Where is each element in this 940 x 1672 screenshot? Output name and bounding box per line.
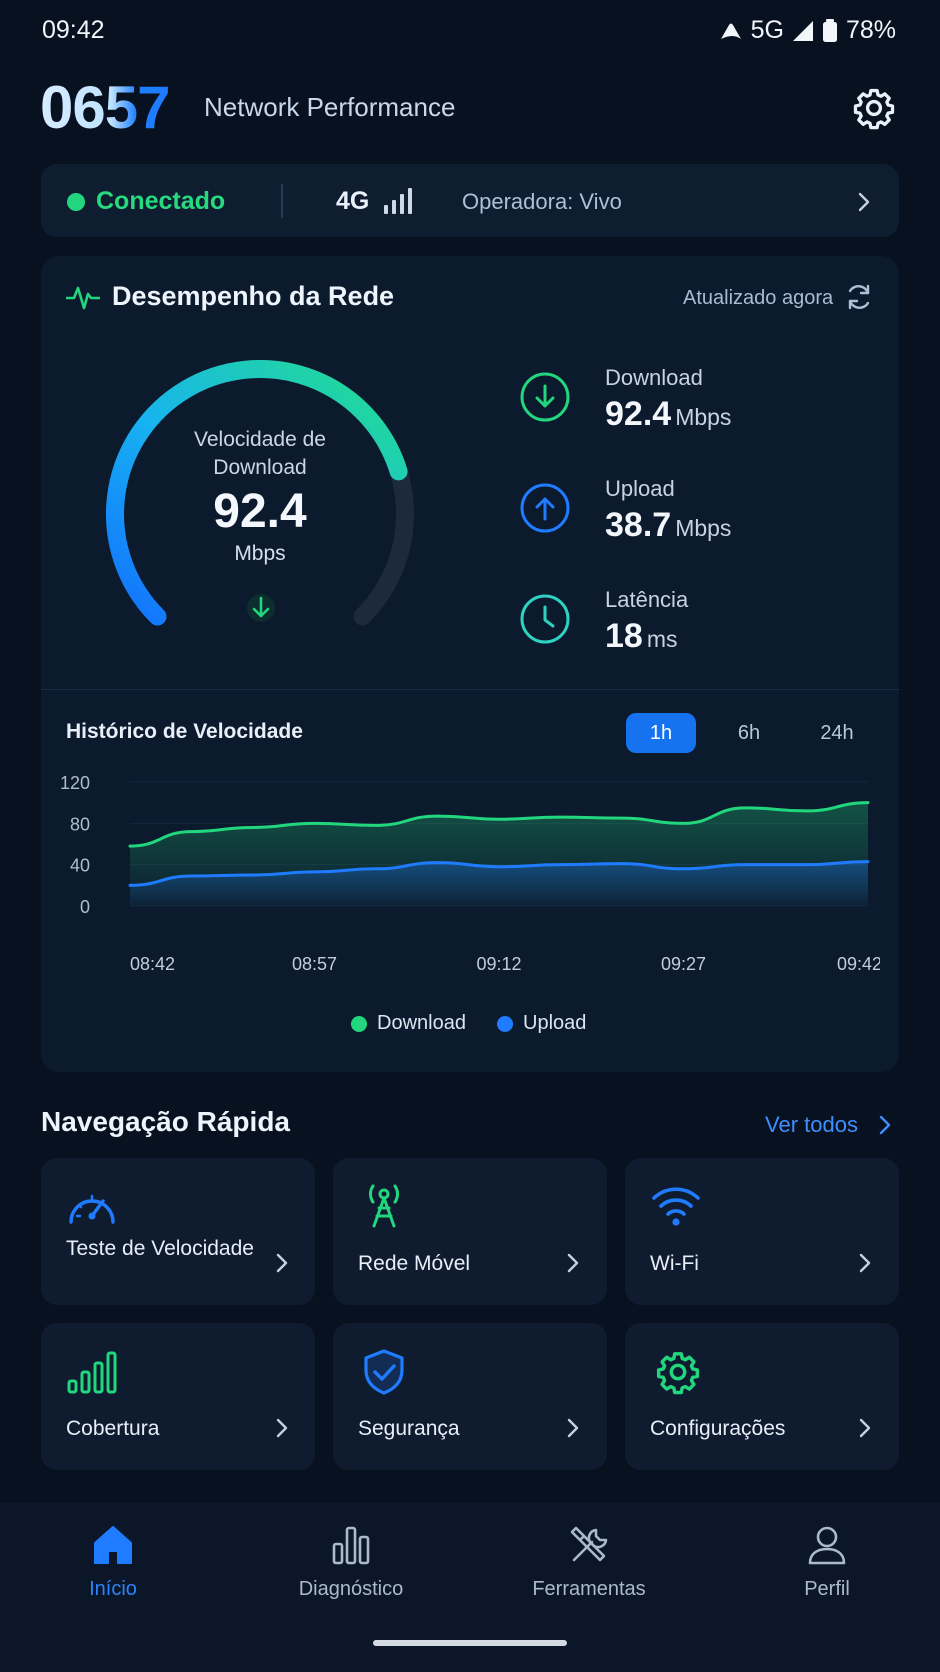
tile-mobile-network[interactable] — [333, 1158, 607, 1305]
signal-strength-icon — [384, 188, 412, 214]
metric-upload-label: Upload — [605, 476, 675, 501]
gauge-unit: Mbps — [234, 542, 286, 565]
metric-download-value: 92.4 Mbps — [605, 395, 732, 433]
shield-check-icon — [364, 1349, 404, 1395]
nav-profile-label: Perfil — [804, 1578, 850, 1600]
chevron-right-icon — [859, 1418, 871, 1438]
battery-icon — [822, 18, 837, 42]
tile-coverage-label: Cobertura — [66, 1417, 160, 1440]
updated-label: Atualizado agora — [683, 287, 834, 309]
tile-settings[interactable] — [625, 1323, 899, 1470]
y-tick-label: 40 — [70, 856, 90, 876]
signal-bars-icon — [67, 1351, 117, 1394]
chevron-right-icon — [276, 1253, 288, 1273]
y-tick-label: 120 — [60, 773, 90, 793]
home-icon — [94, 1526, 132, 1564]
tile-mobile-network-label: Rede Móvel — [358, 1252, 471, 1275]
divider — [281, 184, 283, 218]
bar-chart-icon — [332, 1526, 370, 1565]
tab-24h[interactable]: 24h — [802, 713, 872, 753]
operator-label: Operadora: Vivo — [462, 189, 622, 214]
tile-security-label: Segurança — [358, 1417, 460, 1440]
clock-icon — [520, 594, 570, 644]
download-circle-icon — [520, 372, 570, 422]
legend-download-swatch — [351, 1015, 367, 1032]
nav-profile[interactable]: Perfil — [747, 1522, 907, 1601]
nav-home[interactable]: Início — [33, 1522, 193, 1601]
settings-gear-icon[interactable] — [852, 86, 896, 130]
history-title: Histórico de Velocidade — [66, 720, 303, 743]
chevron-right-icon[interactable] — [878, 1114, 892, 1136]
user-icon — [808, 1526, 846, 1565]
legend-upload: Upload — [497, 1012, 586, 1035]
speed-history-chart: 0 40 80 120 08:42 08:57 09:12 09:27 09:42 — [60, 773, 880, 974]
home-indicator — [373, 1640, 567, 1646]
status-time: 09:42 — [42, 16, 105, 44]
x-tick-label: 09:27 — [661, 954, 706, 974]
divider — [41, 689, 899, 690]
nav-diagnostics-label: Diagnóstico — [298, 1578, 404, 1600]
metric-latency-label: Latência — [605, 587, 689, 612]
tab-6h[interactable]: 6h — [714, 713, 784, 753]
chevron-right-icon — [276, 1418, 288, 1438]
gauge-value: 92.4 — [213, 485, 307, 538]
chevron-right-icon — [567, 1253, 579, 1273]
x-tick-label: 08:42 — [130, 954, 175, 974]
wifi-signal-icon — [720, 23, 741, 39]
x-tick-label: 09:12 — [476, 954, 521, 974]
nav-diagnostics[interactable]: Diagnóstico — [271, 1522, 431, 1601]
legend-upload-label: Upload — [523, 1012, 587, 1034]
performance-title: Desempenho da Rede — [112, 281, 395, 311]
tile-wifi[interactable] — [625, 1158, 899, 1305]
metric-download-label: Download — [605, 365, 703, 390]
download-arrow-icon — [247, 594, 275, 622]
tile-coverage[interactable] — [41, 1323, 315, 1470]
cell-tower-icon — [368, 1184, 400, 1228]
battery-level: 78% — [845, 16, 896, 44]
legend-download-label: Download — [377, 1012, 466, 1034]
legend-download: Download — [351, 1012, 466, 1035]
page-title: Network Performance — [204, 92, 456, 122]
tab-1h[interactable]: 1h — [626, 713, 696, 753]
nav-home-label: Início — [89, 1578, 137, 1600]
upload-circle-icon — [520, 483, 570, 533]
chevron-right-icon — [859, 1253, 871, 1273]
network-label: 5G — [750, 16, 784, 44]
y-tick-label: 0 — [80, 897, 90, 917]
metric-latency-value: 18 ms — [605, 617, 678, 655]
tile-speed-test-label: Teste de Velocidade — [66, 1237, 254, 1260]
app-logo: 0657 — [40, 74, 170, 141]
network-type: 4G — [336, 187, 370, 215]
connection-status-dot — [67, 193, 85, 211]
x-tick-label: 09:42 — [837, 954, 880, 974]
x-tick-label: 08:57 — [292, 954, 337, 974]
status-indicators: 5G 78% — [719, 16, 896, 45]
quick-nav-title: Navegação Rápida — [41, 1106, 290, 1137]
gear-icon — [656, 1352, 700, 1395]
see-all-link[interactable]: Ver todos — [765, 1112, 858, 1138]
nav-tools[interactable]: Ferramentas — [509, 1522, 669, 1601]
y-tick-label: 80 — [70, 814, 90, 834]
activity-pulse-icon — [66, 286, 100, 310]
chevron-right-icon — [567, 1418, 579, 1438]
tile-wifi-label: Wi-Fi — [650, 1252, 699, 1275]
legend-upload-swatch — [497, 1015, 513, 1032]
chevron-right-icon[interactable] — [855, 191, 873, 213]
tile-security[interactable] — [333, 1323, 607, 1470]
wifi-icon — [652, 1187, 700, 1226]
tile-speed-test[interactable] — [41, 1158, 315, 1305]
tile-settings-label: Configurações — [650, 1417, 786, 1440]
gauge-label: Velocidade de Download — [194, 428, 326, 479]
nav-tools-label: Ferramentas — [532, 1578, 646, 1600]
refresh-icon[interactable] — [844, 282, 874, 312]
speedometer-icon — [69, 1194, 115, 1224]
metric-upload-value: 38.7 Mbps — [605, 506, 732, 544]
cell-signal-icon — [792, 20, 813, 41]
connection-status: Conectado — [96, 187, 226, 215]
tools-icon — [570, 1526, 608, 1562]
